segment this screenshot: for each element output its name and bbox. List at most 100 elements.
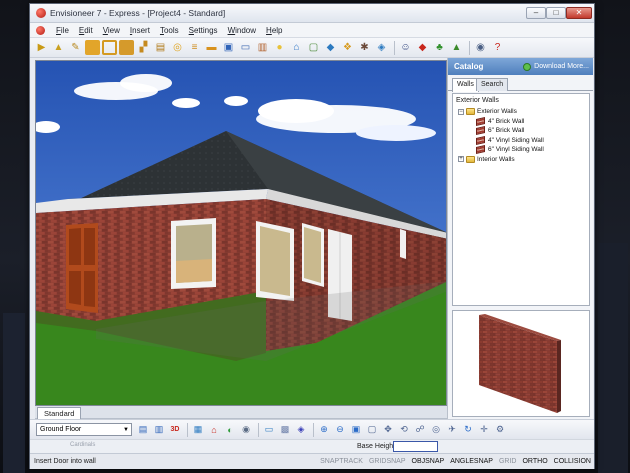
layout-icon[interactable]: ▦ [191, 423, 205, 437]
settings-icon[interactable]: ⚙ [493, 423, 507, 437]
snap-anglesnap[interactable]: ANGLESNAP [447, 458, 496, 465]
pool-icon[interactable]: ▲ [449, 40, 464, 55]
door-icon[interactable] [85, 40, 100, 55]
tree-item-vinyl-4[interactable]: 4" Vinyl Siding Wall [456, 135, 586, 146]
snap-snaptrack[interactable]: SNAPTRACK [317, 458, 366, 465]
title-bar[interactable]: Envisioneer 7 - Express - [Project4 - St… [30, 4, 594, 23]
snap-grid[interactable]: GRID [496, 458, 520, 465]
tab-search[interactable]: Search [476, 78, 509, 91]
menu-file[interactable]: File [51, 26, 74, 35]
plumbing-icon[interactable]: ≡ [187, 40, 202, 55]
snap-objsnap[interactable]: OBJSNAP [409, 458, 448, 465]
look-icon[interactable]: ◎ [429, 423, 443, 437]
walk-icon[interactable]: ☍ [413, 423, 427, 437]
person-icon[interactable]: ☺ [398, 40, 413, 55]
floor-up-icon[interactable]: ▥ [152, 423, 166, 437]
expand-icon[interactable]: + [458, 156, 464, 163]
electrical-icon[interactable]: ▣ [221, 40, 236, 55]
move-icon[interactable]: ✛ [477, 423, 491, 437]
furniture-icon[interactable]: ▤ [153, 40, 168, 55]
tree-item-brick-6[interactable]: 6" Brick Wall [456, 126, 586, 136]
tab-walls[interactable]: Walls [452, 78, 479, 92]
landscape-icon[interactable]: ❖ [340, 40, 355, 55]
select-icon[interactable]: ▶ [34, 40, 49, 55]
status-message: Insert Door into wall [34, 458, 96, 465]
camera-icon[interactable]: ◉ [239, 423, 253, 437]
fireplace-icon[interactable]: ▥ [255, 40, 270, 55]
paint-icon[interactable]: ◈ [294, 423, 308, 437]
fly-icon[interactable]: ✈ [445, 423, 459, 437]
skyline [3, 313, 25, 473]
zoom-in-icon[interactable]: ⊕ [317, 423, 331, 437]
catalog-tabs: Walls Search [448, 78, 593, 92]
house-rendering [36, 61, 446, 405]
tree-icon[interactable]: ♣ [432, 40, 447, 55]
floor-down-icon[interactable]: ▤ [136, 423, 150, 437]
house-icon[interactable]: ⌂ [207, 423, 221, 437]
menu-insert[interactable]: Insert [125, 26, 155, 35]
zoom-window-icon[interactable]: ▢ [365, 423, 379, 437]
fit-icon[interactable]: ▣ [349, 423, 363, 437]
3d-view-icon[interactable]: 3D [168, 423, 182, 437]
terrain-icon[interactable]: ◆ [323, 40, 338, 55]
help-icon[interactable]: ? [490, 40, 505, 55]
orbit-icon[interactable]: ⟲ [397, 423, 411, 437]
folder-icon [466, 108, 475, 116]
catalog-preview [452, 310, 590, 417]
collapse-icon[interactable]: − [458, 108, 464, 115]
base-height-input[interactable] [393, 441, 438, 452]
menu-tools[interactable]: Tools [155, 26, 184, 35]
person-icon[interactable]: ✱ [357, 40, 372, 55]
floor-icon[interactable]: ✎ [68, 40, 83, 55]
minimize-button[interactable]: – [526, 7, 546, 19]
menu-help[interactable]: Help [261, 26, 287, 35]
snap-gridsnap[interactable]: GRIDSNAP [366, 458, 409, 465]
roof-icon[interactable]: ⌂ [289, 40, 304, 55]
main-toolbar: ▶ ▲ ✎ ▞ ▤ ◎ ≡ ▬ ▣ ▭ ▥ ● ⌂ ▢ ◆ ❖ ✱ ◈ ☺ ◆ … [30, 38, 594, 58]
3d-viewport[interactable] [35, 60, 447, 406]
floor-select[interactable]: Ground Floor ▼ [36, 423, 132, 436]
window-icon[interactable] [102, 40, 117, 55]
stair-icon[interactable]: ▞ [136, 40, 151, 55]
pan-icon[interactable]: ✥ [381, 423, 395, 437]
wall-icon[interactable]: ▲ [51, 40, 66, 55]
snap-ortho[interactable]: ORTHO [519, 458, 550, 465]
monitor-icon[interactable]: ▭ [238, 40, 253, 55]
lighting-icon[interactable]: ▬ [204, 40, 219, 55]
gem-icon[interactable]: ◆ [415, 40, 430, 55]
grid-icon[interactable]: ▩ [278, 423, 292, 437]
tab-standard[interactable]: Standard [37, 407, 82, 419]
dormer-icon[interactable]: ▢ [306, 40, 321, 55]
catalog-section-title: Exterior Walls [456, 97, 499, 104]
wall-preview-image [479, 314, 561, 413]
cardinal-hint: Cardinals [70, 442, 96, 448]
menu-edit[interactable]: Edit [74, 26, 98, 35]
camera-icon[interactable]: ◉ [473, 40, 488, 55]
bottom-toolbar: Ground Floor ▼ ▤ ▥ 3D ▦ ⌂ ◐ ◉ ▭ ▩ ◈ ⊕ ⊖ … [30, 419, 594, 439]
snap-collision[interactable]: COLLISION [551, 458, 594, 465]
tree-item-vinyl-6[interactable]: 6" Vinyl Siding Wall [456, 145, 586, 155]
view-tab-bar: Standard [35, 406, 447, 419]
maximize-button[interactable]: □ [546, 7, 566, 19]
download-more-link[interactable]: Download More... [523, 62, 589, 71]
bulb-icon[interactable]: ● [272, 40, 287, 55]
gem-icon[interactable]: ◈ [374, 40, 389, 55]
document-icon[interactable] [36, 25, 45, 35]
menu-settings[interactable]: Settings [184, 26, 223, 35]
close-button[interactable]: ✕ [566, 7, 592, 19]
toolbar-separator [394, 40, 395, 55]
zoom-out-icon[interactable]: ⊖ [333, 423, 347, 437]
skyline [598, 243, 628, 473]
globe-icon [523, 62, 532, 71]
tree-item-brick-4[interactable]: 4" Brick Wall [456, 116, 586, 127]
tree-node-exterior[interactable]: − Exterior Walls [456, 107, 586, 117]
menu-window[interactable]: Window [223, 26, 261, 35]
cabinet-icon[interactable] [119, 40, 134, 55]
shade-icon[interactable]: ◐ [223, 423, 237, 437]
rotate-icon[interactable]: ↻ [461, 423, 475, 437]
appliance-icon[interactable]: ◎ [170, 40, 185, 55]
tree-node-interior[interactable]: + Interior Walls [456, 155, 586, 165]
menu-view[interactable]: View [98, 26, 125, 35]
download-more-label: Download More... [534, 63, 589, 70]
ruler-icon[interactable]: ▭ [262, 423, 276, 437]
